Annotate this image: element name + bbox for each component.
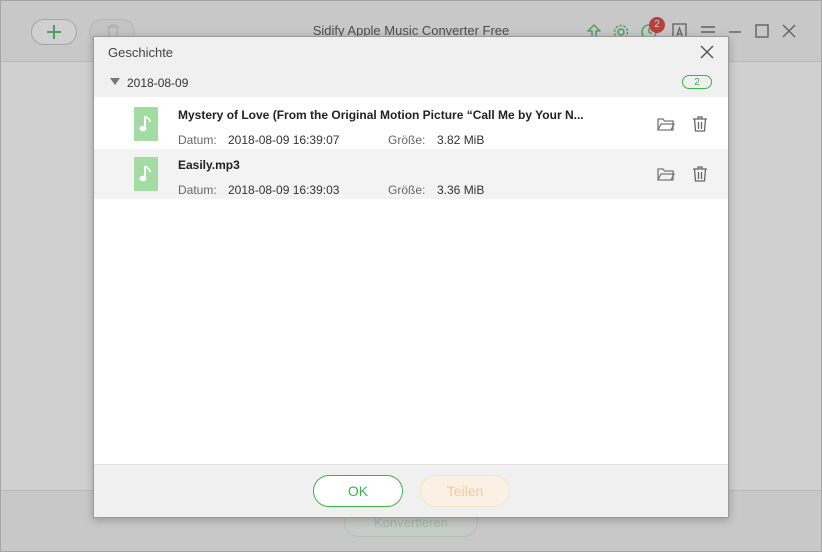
music-note-icon: [139, 165, 151, 182]
date-group-header[interactable]: 2018-08-09 2: [94, 67, 728, 97]
group-date: 2018-08-09: [127, 76, 189, 90]
trash-icon[interactable]: [691, 165, 709, 183]
item-name: Mystery of Love (From the Original Motio…: [178, 108, 584, 122]
group-count-badge: 2: [682, 75, 712, 89]
history-dialog: Geschichte 2018-08-09 2 Mystery of Love …: [93, 36, 729, 518]
dialog-close-icon[interactable]: [700, 45, 714, 59]
music-note-icon: [139, 115, 151, 132]
list-item: Mystery of Love (From the Original Motio…: [94, 99, 728, 149]
ok-button[interactable]: OK: [313, 475, 403, 507]
date-label: Datum:: [178, 133, 217, 147]
collapse-caret-icon[interactable]: [110, 78, 120, 85]
open-folder-icon[interactable]: [657, 165, 675, 183]
size-label: Größe:: [388, 183, 426, 197]
share-button[interactable]: Teilen: [420, 475, 510, 507]
date-label: Datum:: [178, 183, 217, 197]
open-folder-icon[interactable]: [657, 115, 675, 133]
music-file-icon: [134, 107, 158, 141]
list-item: Easily.mp3 Datum: 2018-08-09 16:39:03 Gr…: [94, 149, 728, 199]
dialog-header: Geschichte: [94, 37, 728, 67]
item-size: 3.82 MiB: [437, 133, 485, 147]
music-file-icon: [134, 157, 158, 191]
dialog-footer: OK Teilen: [94, 464, 728, 517]
trash-icon[interactable]: [691, 115, 709, 133]
size-label: Größe:: [388, 133, 426, 147]
item-name: Easily.mp3: [178, 158, 240, 172]
item-date: 2018-08-09 16:39:07: [228, 133, 340, 147]
item-date: 2018-08-09 16:39:03: [228, 183, 340, 197]
item-size: 3.36 MiB: [437, 183, 485, 197]
dialog-title: Geschichte: [108, 45, 174, 60]
